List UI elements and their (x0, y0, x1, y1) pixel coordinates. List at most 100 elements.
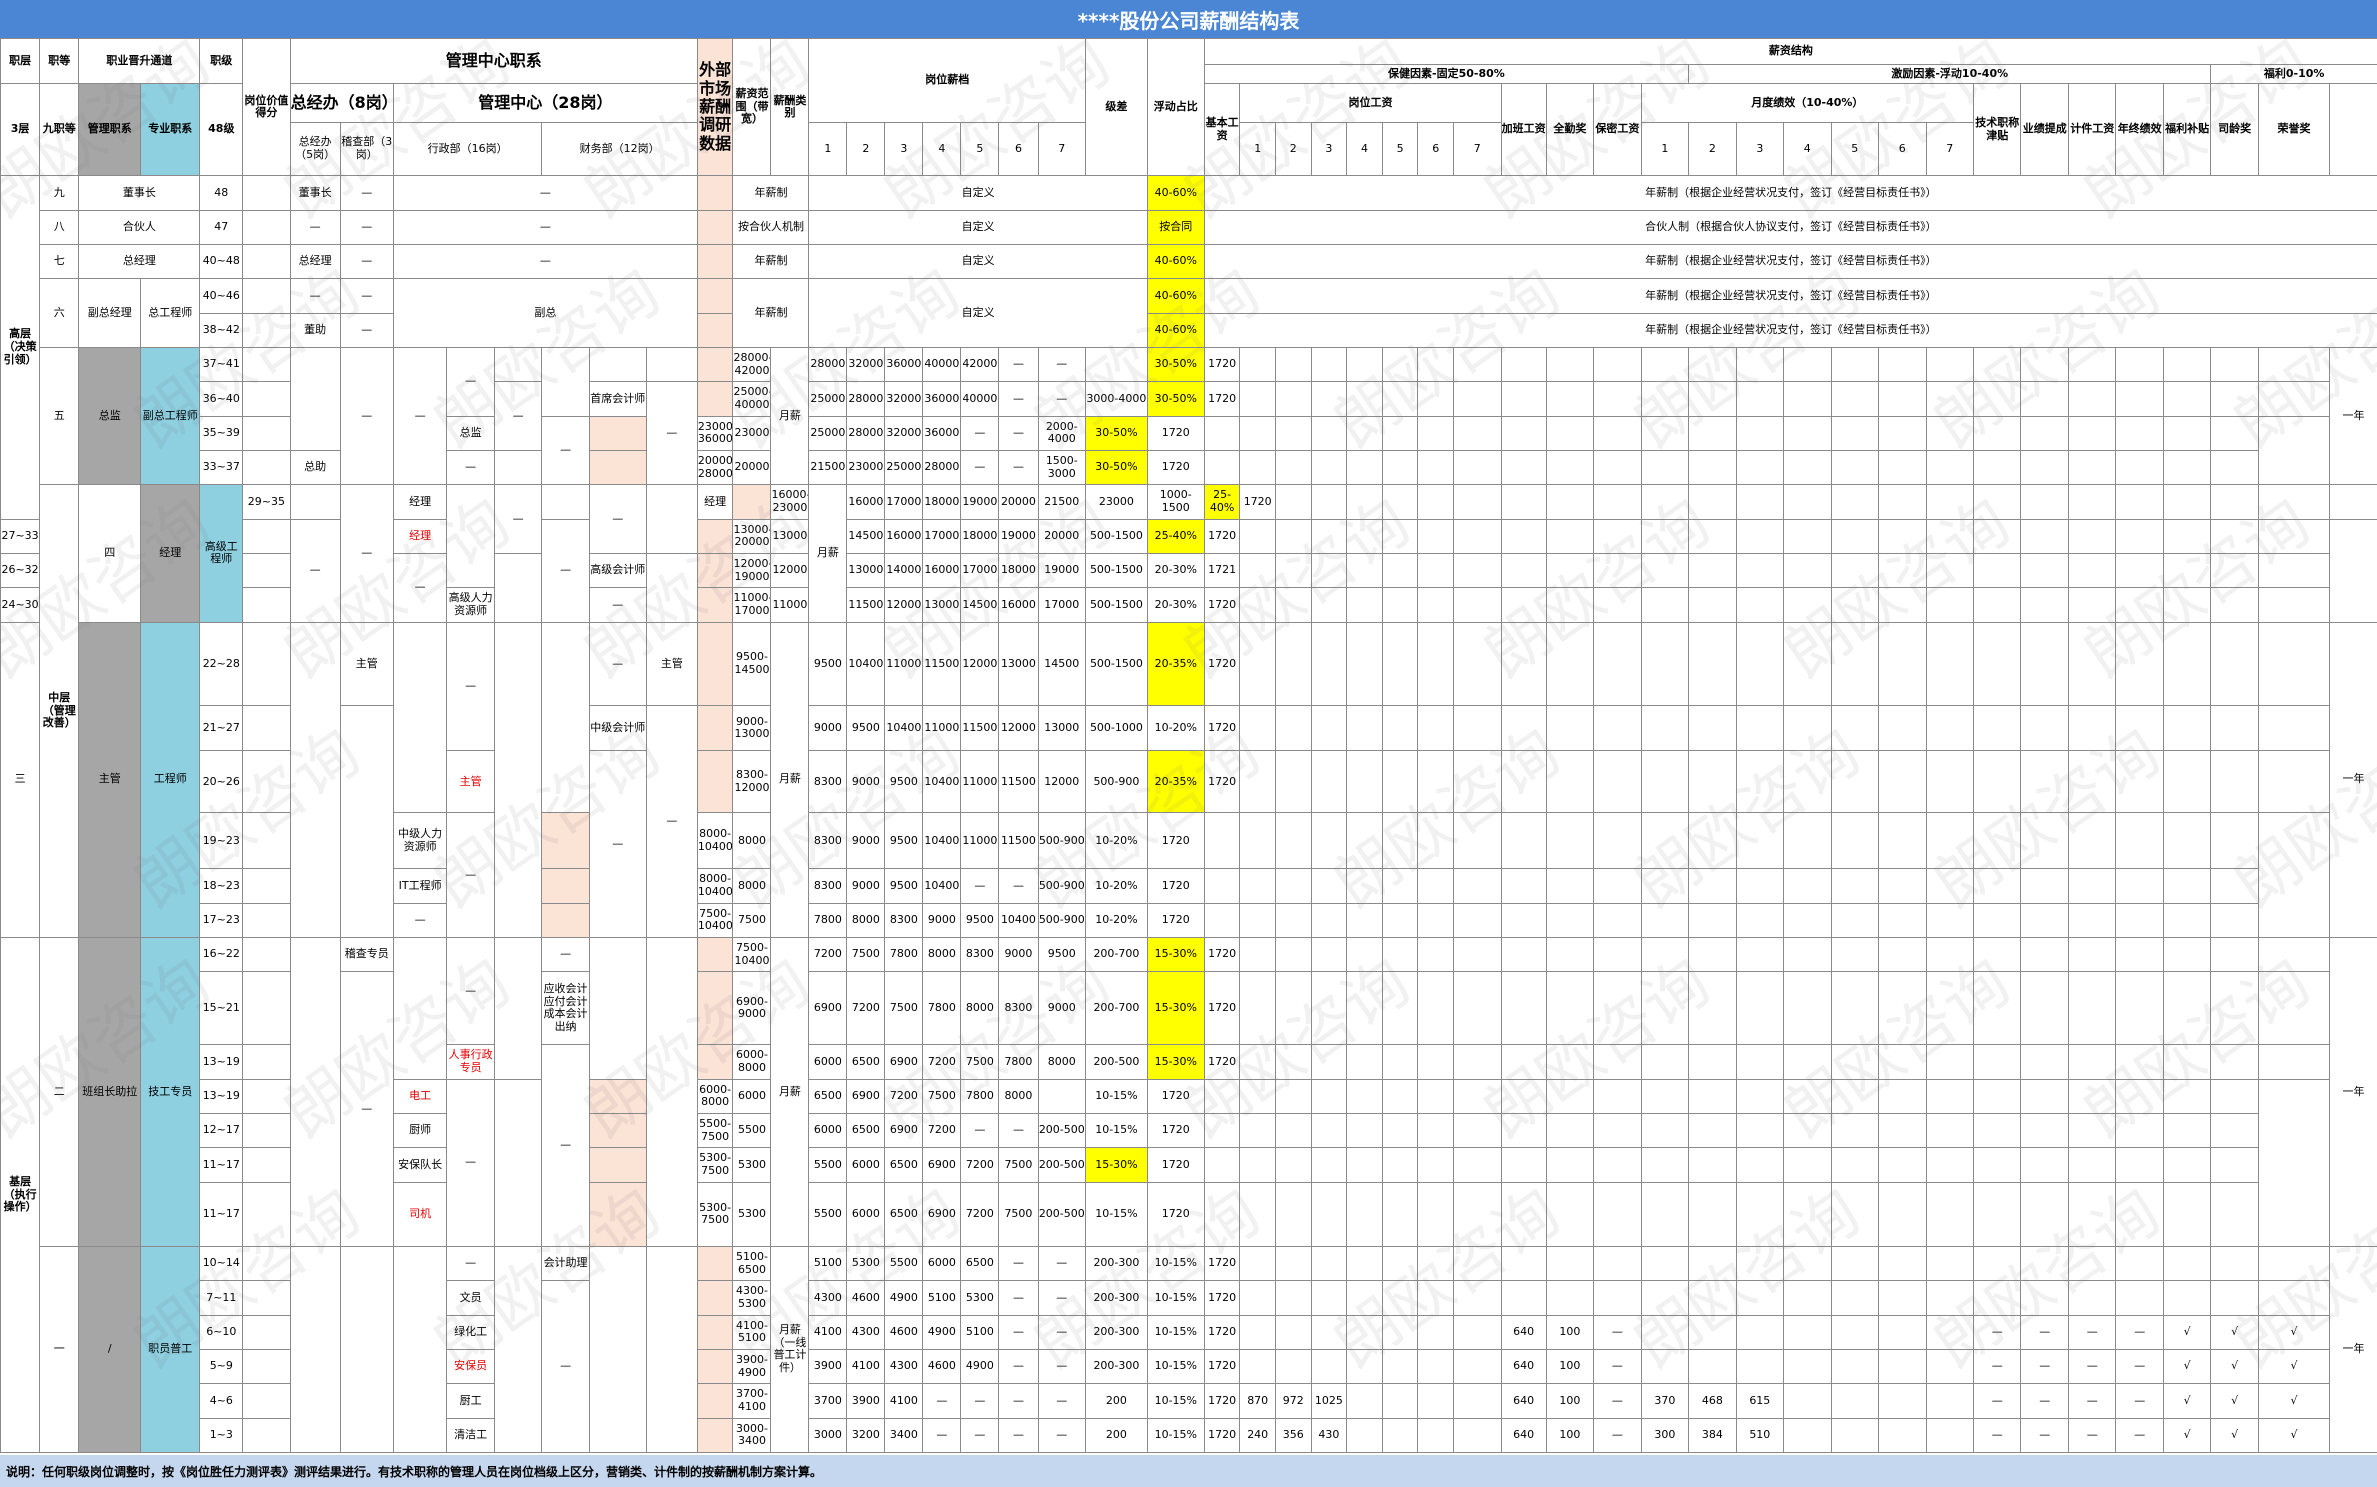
channel-cell: 董事长 (78, 175, 201, 211)
score-cell (242, 278, 291, 314)
admin-cell: — (446, 621, 495, 752)
benefit-cell (2162, 587, 2212, 623)
postwage-cell (1239, 587, 1276, 623)
annual-cell (2067, 1112, 2117, 1149)
cycle-cell: 一年 (2329, 1245, 2377, 1454)
monthly-cell (1878, 812, 1927, 870)
post-value-cell: 6900 (884, 1112, 924, 1149)
sales-cell (1972, 1147, 2022, 1183)
header-honor: 荣誉奖 (2257, 83, 2331, 177)
post-value-cell: 7500 (922, 1078, 962, 1114)
cycle-cell: 一年 (2329, 936, 2377, 1247)
range-cell: 5100-6500 (732, 1245, 772, 1282)
postwage-cell: 356 (1275, 1417, 1312, 1453)
post-value-cell: 17000 (960, 552, 1000, 589)
monthly-cell (1735, 1147, 1785, 1183)
post-value-cell: 4100 (846, 1348, 886, 1385)
monthly-cell: 510 (1735, 1417, 1785, 1453)
score-cell (242, 175, 291, 211)
base-wage-cell: 1720 (1146, 449, 1205, 486)
diff-cell: 500-900 (1085, 750, 1148, 814)
benefit-cell (2162, 750, 2212, 814)
post-value-cell: 11000 (770, 587, 810, 623)
benefit-cell: √ (2162, 1314, 2212, 1350)
monthly-cell (1783, 1314, 1832, 1350)
post-value-cell: 5500 (808, 1181, 848, 1247)
monthly-cell (1735, 484, 1785, 520)
gmo-cell: 董事长 (289, 175, 341, 211)
postwage-cell (1346, 971, 1383, 1046)
post-value-cell: 20000 (732, 449, 772, 486)
post-value-cell: 4600 (922, 1348, 962, 1385)
post-value-cell: — (998, 1383, 1039, 1419)
float-cell: 10-15% (1146, 1245, 1205, 1282)
header-mgr-series: 管理职系 (78, 83, 142, 177)
ext-cell (696, 1044, 734, 1080)
cycle-cell: 一年 (2329, 346, 2377, 486)
post-value-cell: 16000 (922, 552, 962, 589)
base-wage-cell: 1720 (1146, 812, 1205, 870)
note-cell: 合伙人制（根据合伙人协议支付，签订《经营目标责任书》） (1203, 209, 2377, 245)
postwage-cell (1381, 1280, 1419, 1316)
postwage-cell (1275, 936, 1312, 973)
tech-cell (1972, 587, 2022, 623)
benefit-cell (2115, 1112, 2164, 1149)
header-type: 薪酬类别 (770, 37, 810, 177)
monthly-cell (1878, 750, 1927, 814)
secret-cell (1545, 415, 1595, 451)
monthly-cell (1878, 936, 1927, 973)
score-cell (242, 1314, 291, 1350)
tech-cell (1972, 705, 2022, 752)
piece-cell (2067, 705, 2117, 752)
postwage-cell (1381, 587, 1419, 623)
monthly-cell (1878, 1147, 1927, 1183)
post-value-cell: 8000 (960, 971, 1000, 1046)
admin-cell: — (392, 346, 448, 486)
header-tech: 技术职称津贴 (1972, 83, 2022, 177)
benefit-cell (2162, 552, 2212, 589)
range-cell: 7500-10400 (696, 902, 734, 938)
monthly-cell: 468 (1688, 1383, 1737, 1419)
post-value-cell: — (1037, 381, 1087, 417)
monthly-cell (1593, 812, 1642, 870)
tech-cell (1925, 902, 1975, 938)
ext-cell (696, 346, 734, 383)
grade-cell: 六 (39, 278, 80, 348)
admin-cell: 安保员 (446, 1348, 495, 1385)
post-value-cell: 36000 (922, 381, 962, 417)
monthly-cell (1925, 936, 1975, 973)
post-value-cell: 40000 (922, 346, 962, 383)
sales-cell: — (2020, 1348, 2069, 1385)
rank-cell: 11~17 (199, 1147, 244, 1183)
rank-cell: 11~17 (199, 1181, 244, 1247)
monthly-cell (1640, 812, 1690, 870)
postwage-cell (1381, 902, 1419, 938)
rank-cell: 47 (199, 209, 244, 245)
ext-cell (696, 278, 734, 314)
seniority-cell: √ (2210, 1383, 2259, 1419)
admin-cell (493, 1078, 543, 1247)
attend-cell (1545, 621, 1595, 707)
monthly-cell (1688, 1181, 1737, 1247)
float-cell: 25-40% (1146, 518, 1205, 554)
post-value-cell: 28000 (922, 449, 962, 486)
post-value-cell: — (960, 415, 1000, 451)
attend-cell (1500, 902, 1547, 938)
sales-cell: — (2020, 1417, 2069, 1453)
score-cell (242, 449, 291, 486)
ext-cell (541, 868, 590, 904)
admin-cell: — (493, 381, 543, 451)
postwage-cell (1381, 936, 1419, 973)
rank-cell: 13~19 (199, 1044, 244, 1080)
postwage-cell (1239, 1280, 1276, 1316)
post-value-cell: 14500 (960, 587, 1000, 623)
tech-cell (1925, 1181, 1975, 1247)
monthly-cell (1688, 449, 1737, 486)
post-value-cell: 5300 (846, 1245, 886, 1282)
float-cell: 20-30% (1146, 552, 1205, 589)
post-value-cell: 13000 (770, 518, 810, 554)
monthly-cell (1972, 484, 2022, 520)
monthly-cell (1783, 1078, 1832, 1114)
table-row: 八合伙人 47— — — 按合伙人机制 自定义 按合同 合伙人制（根据合伙人协议支付，签订《经… (1, 209, 2377, 245)
post-value-cell: 7500 (998, 1181, 1039, 1247)
